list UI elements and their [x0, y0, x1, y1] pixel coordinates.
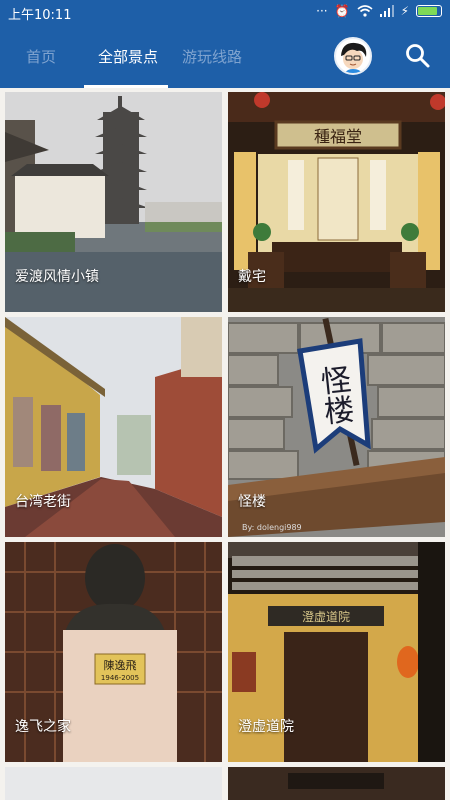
- bust-plaque-years: 1946-2005: [101, 674, 139, 682]
- battery-icon: [416, 5, 442, 17]
- watermark-text: By: dolengi989: [242, 523, 302, 532]
- status-icons: ··· ⏰ ⚡: [316, 4, 442, 18]
- spot-card[interactable]: 爱渡风情小镇: [5, 92, 222, 312]
- spot-card[interactable]: 種福堂 戴宅: [228, 92, 445, 312]
- alarm-icon: ⏰: [334, 4, 350, 18]
- cell-signal-icon: [379, 5, 394, 17]
- spot-name: 怪楼: [238, 494, 266, 510]
- spot-name: 戴宅: [238, 269, 266, 285]
- temple-plaque-text: 澄虚道院: [302, 609, 350, 624]
- status-time: 上午10:11: [8, 8, 72, 23]
- spots-grid: 爱渡风情小镇 種福堂 戴宅 台湾老街 怪楼 By: dolengi989 怪楼 …: [0, 88, 450, 800]
- spot-card[interactable]: [5, 767, 222, 800]
- tab-routes[interactable]: 游玩线路: [182, 46, 242, 67]
- spot-name: 逸飞之家: [15, 719, 71, 735]
- dots-icon: ···: [316, 4, 328, 18]
- spot-card[interactable]: 台湾老街: [5, 317, 222, 537]
- avatar[interactable]: [334, 37, 372, 75]
- bust-plaque-name: 陳逸飛: [104, 659, 137, 672]
- tab-all-spots[interactable]: 全部景点: [98, 46, 158, 67]
- spot-card[interactable]: 陳逸飛 1946-2005 逸飞之家: [5, 542, 222, 762]
- charging-icon: ⚡: [400, 4, 409, 18]
- spot-name: 澄虚道院: [238, 719, 294, 735]
- search-icon[interactable]: [404, 42, 432, 70]
- spot-card[interactable]: [228, 767, 445, 800]
- tab-home[interactable]: 首页: [26, 46, 56, 67]
- spot-name: 台湾老街: [15, 494, 71, 510]
- wifi-icon: [357, 5, 373, 17]
- hall-plaque-text: 種福堂: [314, 127, 362, 146]
- status-bar: 上午10:11 ··· ⏰ ⚡: [0, 0, 450, 24]
- app-header: 首页 全部景点 游玩线路: [0, 24, 450, 88]
- spot-card[interactable]: 澄虚道院 澄虚道院: [228, 542, 445, 762]
- spot-name: 爱渡风情小镇: [15, 269, 99, 285]
- spot-card[interactable]: 怪楼 By: dolengi989 怪楼: [228, 317, 445, 537]
- battery-level: [418, 7, 437, 15]
- spot-photo: [228, 767, 445, 800]
- banner-text: 怪楼: [313, 363, 355, 427]
